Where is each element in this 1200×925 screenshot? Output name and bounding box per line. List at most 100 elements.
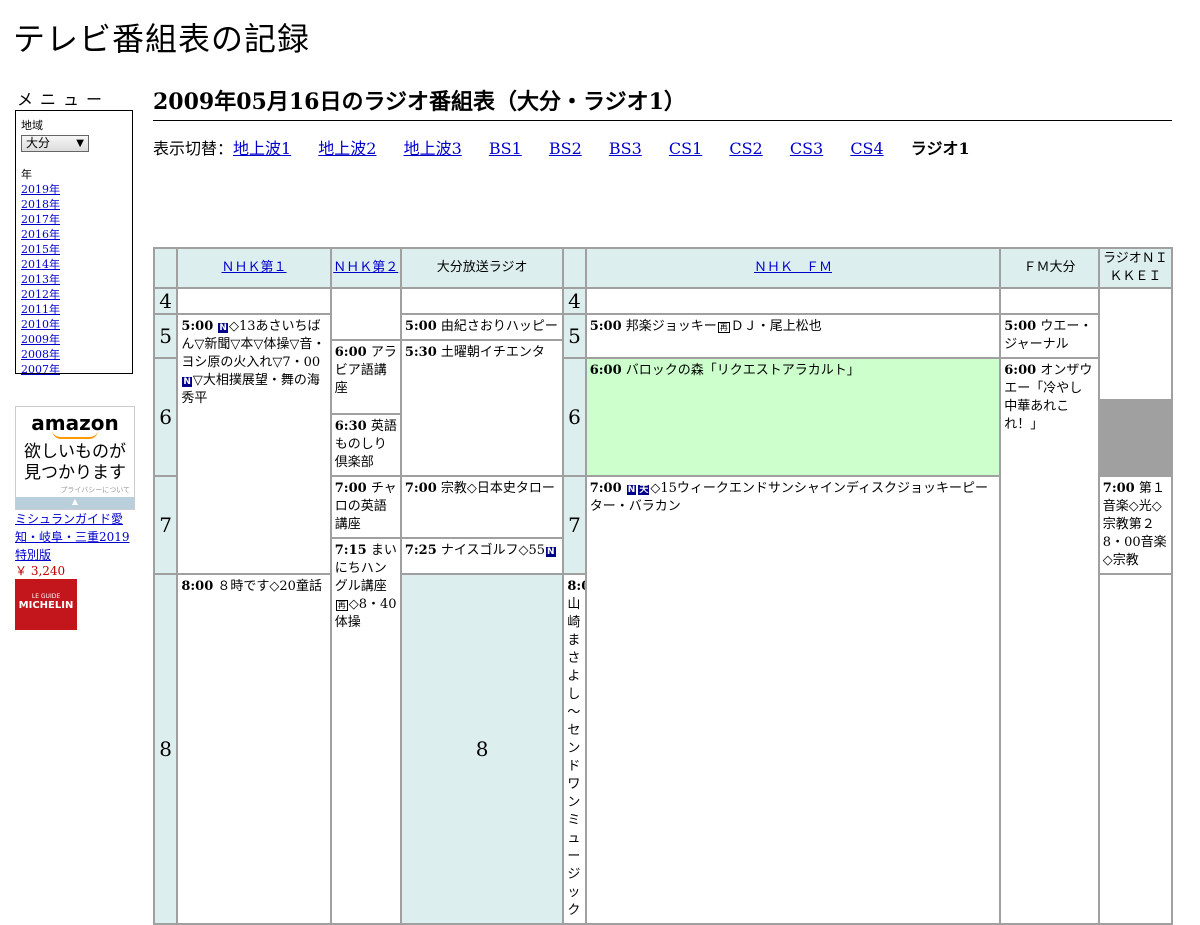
year-link-2009[interactable]: 2009年 xyxy=(21,332,127,347)
hour-cell: 4 xyxy=(155,289,177,313)
switch-label: 表示切替： xyxy=(153,139,234,158)
switch-link-bs1[interactable]: BS1 xyxy=(489,139,522,158)
menu-box: 地域 大分 ▼ 年 2019年 2018年 2017年 2016年 2015年 … xyxy=(15,110,133,377)
channel-header: ＮＨＫ ＦＭ xyxy=(586,249,1000,287)
dropdown-arrow-icon: ▼ xyxy=(76,138,84,149)
michelin-name: MICHELIN xyxy=(18,600,74,611)
hour-cell: 6 xyxy=(564,359,585,475)
program-cell[interactable]: 7:25 ナイスゴルフ◇55 N xyxy=(401,539,563,573)
news-badge-icon: N xyxy=(626,485,637,495)
region-select[interactable]: 大分 ▼ xyxy=(21,135,89,152)
program-empty xyxy=(401,289,563,313)
year-link-2014[interactable]: 2014年 xyxy=(21,257,127,272)
year-link-2012[interactable]: 2012年 xyxy=(21,287,127,302)
ad-privacy-link[interactable]: プライバシーについて xyxy=(60,485,130,495)
hour-cell: 5 xyxy=(564,315,585,357)
year-label: 年 xyxy=(21,168,32,181)
program-time: 7:00 xyxy=(404,481,437,496)
hour-cell: 7 xyxy=(155,477,177,573)
weather-badge-icon: 天 xyxy=(638,485,650,495)
switch-link-cs3[interactable]: CS3 xyxy=(790,139,823,158)
channel-name-fmoita: ＦＭ大分 xyxy=(1023,260,1076,275)
program-time: 5:30 xyxy=(404,345,437,360)
program-cell[interactable]: 5:00 由紀さおりハッピー xyxy=(401,315,563,339)
year-link-2013[interactable]: 2013年 xyxy=(21,272,127,287)
switch-link-terrestrial1[interactable]: 地上波1 xyxy=(233,139,291,158)
program-grid: ＮＨＫ第１ ＮＨＫ第２ 大分放送ラジオ ＮＨＫ ＦＭ ＦＭ大分 ラジオＮＩＫＫＥ… xyxy=(153,247,1173,925)
year-link-2017[interactable]: 2017年 xyxy=(21,212,127,227)
year-link-2007[interactable]: 2007年 xyxy=(21,362,127,377)
hour-cell: 5 xyxy=(155,315,177,357)
year-link-2019[interactable]: 2019年 xyxy=(21,182,127,197)
channel-link-nhkfm[interactable]: ＮＨＫ ＦＭ xyxy=(754,260,832,275)
program-text: バロックの森「リクエストアラカルト」 xyxy=(625,363,860,378)
program-time: 8:00 xyxy=(181,579,214,594)
program-cell[interactable]: 8:00 ８時です◇20童話 xyxy=(178,575,330,923)
program-text: 山崎まさよし～センドワンミュージック xyxy=(567,597,581,918)
program-time: 8:00 xyxy=(567,579,584,594)
program-cell[interactable]: 8:00 山崎まさよし～センドワンミュージック xyxy=(564,575,585,923)
ad-expand-icon[interactable]: ▲ xyxy=(16,497,134,509)
program-cell[interactable]: 7:00 N 天 ◇15ウィークエンドサンシャインディスクジョッキーピーター・バラカ… xyxy=(586,477,1000,923)
year-link-2011[interactable]: 2011年 xyxy=(21,302,127,317)
amazon-ad[interactable]: amazon 欲しいものが 見つかります プライバシーについて ▲ xyxy=(15,406,135,510)
program-cell[interactable]: 7:00 チャロの英語講座 xyxy=(331,477,400,537)
book-link[interactable]: ミシュランガイド愛知・岐阜・三重2019特別版 xyxy=(15,510,139,564)
program-cell[interactable]: 5:30 土曜朝イチエンタ xyxy=(401,341,563,475)
program-text: ８時です◇20童話 xyxy=(217,579,322,594)
program-cell[interactable]: 6:00 アラビア語講座 xyxy=(331,341,400,413)
hour-cell: 6 xyxy=(155,359,177,475)
program-empty xyxy=(1099,289,1171,399)
channel-header: ラジオＮＩＫＫＥＩ xyxy=(1099,249,1171,287)
michelin-book-image[interactable]: LE GUIDE MICHELIN xyxy=(15,579,77,630)
switch-link-terrestrial3[interactable]: 地上波3 xyxy=(404,139,462,158)
program-cell[interactable]: 7:15 まいにちハングル講座再 ◇8・40体操 xyxy=(331,539,400,923)
program-cell[interactable]: 5:00 邦楽ジョッキー再 ＤＪ・尾上松也 xyxy=(586,315,1000,357)
region-label: 地域 xyxy=(21,119,43,132)
program-cell[interactable]: 7:00 第１音楽◇光◇宗教第２ 8・00音楽◇宗教 xyxy=(1099,477,1171,573)
program-cell[interactable]: 5:00 ウエー・ジャーナル xyxy=(1001,315,1098,357)
michelin-le-guide: LE GUIDE xyxy=(31,593,61,600)
program-empty xyxy=(331,289,400,339)
switch-link-cs4[interactable]: CS4 xyxy=(850,139,883,158)
program-cell[interactable]: 5:00 N ◇13あさいちばん▽新聞▽本▽体操▽音・ヨシ原の火入れ▽7・00 N… xyxy=(178,315,330,573)
year-link-2018[interactable]: 2018年 xyxy=(21,197,127,212)
program-cell[interactable]: 6:30 英語ものしり倶楽部 xyxy=(331,415,400,475)
year-link-2010[interactable]: 2010年 xyxy=(21,317,127,332)
year-link-2015[interactable]: 2015年 xyxy=(21,242,127,257)
program-empty xyxy=(586,289,1000,313)
hour-cell: 8 xyxy=(401,575,563,923)
switch-link-cs1[interactable]: CS1 xyxy=(669,139,702,158)
program-empty xyxy=(178,289,330,313)
program-text: 宗教◇日本史タロー xyxy=(440,481,555,496)
program-time: 5:00 xyxy=(181,319,214,334)
program-text: 由紀さおりハッピー xyxy=(440,319,558,334)
year-link-2008[interactable]: 2008年 xyxy=(21,347,127,362)
channel-header: ＦＭ大分 xyxy=(1001,249,1098,287)
program-cell-highlighted[interactable]: 6:00 バロックの森「リクエストアラカルト」 xyxy=(586,359,1000,475)
program-text: 土曜朝イチエンタ xyxy=(440,345,545,360)
corner-cell xyxy=(155,249,177,287)
program-cell[interactable]: 6:00 オンザウエー「冷やし中華あれこれ！」 xyxy=(1001,359,1098,923)
channel-header: ＮＨＫ第２ xyxy=(331,249,400,287)
program-time: 5:00 xyxy=(1004,319,1037,334)
channel-link-nhk1[interactable]: ＮＨＫ第１ xyxy=(222,260,287,275)
menu-title: メニュー xyxy=(17,90,110,109)
program-empty xyxy=(1099,575,1171,923)
program-text: 邦楽ジョッキー xyxy=(625,319,717,334)
switch-link-bs3[interactable]: BS3 xyxy=(609,139,642,158)
program-time: 7:15 xyxy=(334,543,367,558)
switch-link-cs2[interactable]: CS2 xyxy=(729,139,762,158)
program-cell[interactable]: 7:00 宗教◇日本史タロー xyxy=(401,477,563,537)
program-text: ナイスゴルフ◇55 xyxy=(440,543,546,558)
hour-cell: 4 xyxy=(564,289,585,313)
book-price: ￥ 3,240 xyxy=(15,564,66,578)
news-badge-icon: N xyxy=(218,323,228,333)
channel-link-nhk2[interactable]: ＮＨＫ第２ xyxy=(333,260,398,275)
rerun-badge-icon: 再 xyxy=(335,600,348,611)
year-link-2016[interactable]: 2016年 xyxy=(21,227,127,242)
page-title: 2009年05月16日のラジオ番組表（大分・ラジオ1） xyxy=(153,84,1172,121)
switch-link-terrestrial2[interactable]: 地上波2 xyxy=(318,139,376,158)
program-time: 5:00 xyxy=(404,319,437,334)
switch-link-bs2[interactable]: BS2 xyxy=(549,139,582,158)
